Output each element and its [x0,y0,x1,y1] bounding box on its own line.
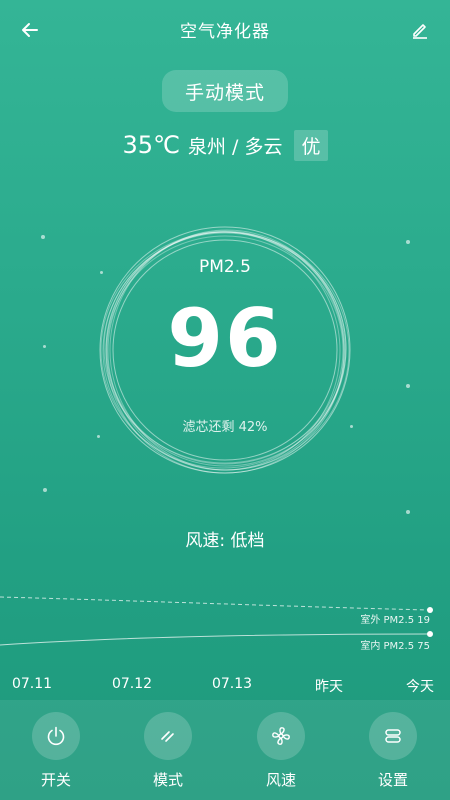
power-label: 开关 [40,771,71,789]
mode-button-label: 模式 [152,771,183,789]
indoor-pm-label: 室内 PM2.5 75 [360,641,430,652]
particle-dot [41,235,45,239]
fan-speed-button[interactable]: 风速 [246,712,316,790]
particle-dot [406,510,410,514]
temperature: 35℃ [122,131,181,159]
particle-dot [43,345,46,348]
air-quality-badge: 优 [294,129,328,161]
pm-label: PM2.5 [199,257,251,277]
date-label: 今天 [406,679,434,695]
mode-slash-icon [161,731,174,742]
fan-speed-button-circle[interactable] [257,712,305,760]
settings-label: 设置 [377,771,408,789]
date-label: 07.12 [111,676,153,692]
particle-dot [406,240,410,244]
bottom-control-bar: 开关 模式 风速 设置 [0,700,450,800]
fan-icon [272,727,290,745]
settings-button-circle[interactable] [369,712,417,760]
mode-button[interactable]: 模式 [133,712,203,790]
fan-speed-status: 风速: 低档 [185,531,265,551]
particle-dot [406,384,410,388]
date-label: 昨天 [315,679,343,695]
outdoor-pm-label: 室外 PM2.5 19 [360,615,430,626]
settings-icon [385,729,401,743]
mode-indicator[interactable]: 手动模式 [162,70,288,112]
pencil-icon [413,24,427,39]
app-header: 空气净化器 [0,0,450,60]
date-label: 07.13 [211,676,253,692]
power-icon [47,726,65,746]
settings-button[interactable]: 设置 [358,712,428,790]
page-title: 空气净化器 [180,22,270,42]
pm-reading-dial: PM2.5 96 滤芯还剩 42% [95,220,355,480]
edit-button[interactable] [404,14,436,46]
power-button-circle[interactable] [32,712,80,760]
particle-dot [43,488,47,492]
fan-speed-label: 风速 [265,771,296,789]
power-button[interactable]: 开关 [21,712,91,790]
location-weather: 泉州 / 多云 [188,135,283,158]
date-axis: 07.11 07.12 07.13 昨天 今天 [0,676,450,698]
date-label: 07.11 [11,676,53,692]
outdoor-trend-line [0,596,431,611]
weather-info: 35℃ 泉州 / 多云 优 [0,128,450,162]
mode-label: 手动模式 [184,81,265,104]
filter-remaining: 滤芯还剩 42% [182,420,268,435]
pm-value: 96 [167,292,283,385]
mode-button-circle[interactable] [144,712,192,760]
